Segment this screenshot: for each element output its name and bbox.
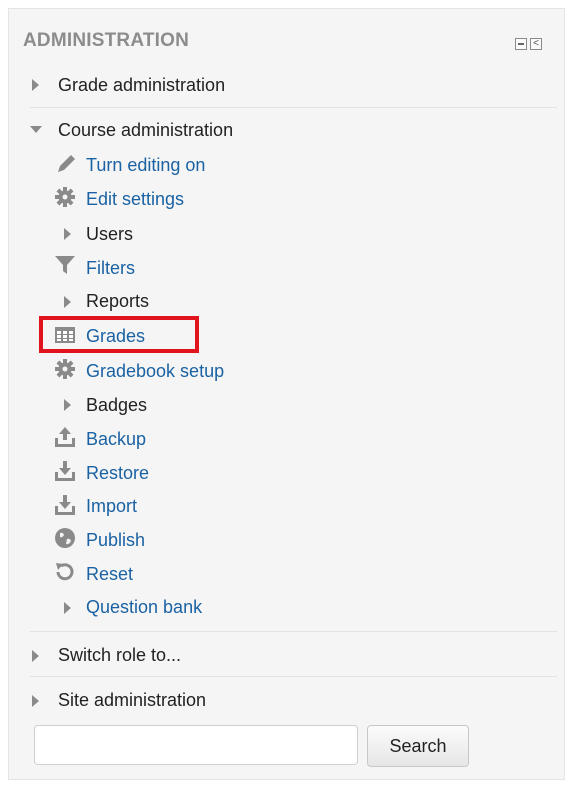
- divider: [30, 676, 557, 677]
- nav-edit-settings[interactable]: Edit settings: [86, 189, 184, 210]
- expand-arrow-icon[interactable]: [64, 399, 71, 411]
- nav-reports[interactable]: Reports: [86, 291, 149, 312]
- nav-question-bank[interactable]: Question bank: [86, 597, 202, 618]
- nav-backup[interactable]: Backup: [86, 429, 146, 450]
- expand-arrow-icon[interactable]: [32, 79, 39, 91]
- nav-badges[interactable]: Badges: [86, 395, 147, 416]
- expand-arrow-icon[interactable]: [64, 296, 71, 308]
- expand-arrow-icon[interactable]: [32, 695, 39, 707]
- dock-left-icon[interactable]: <: [530, 38, 542, 50]
- collapse-arrow-icon[interactable]: [30, 126, 42, 133]
- pencil-icon: [58, 155, 75, 172]
- gear-icon: [55, 359, 75, 379]
- block-title: ADMINISTRATION: [23, 30, 190, 51]
- highlight-box: [39, 316, 199, 353]
- nav-grade-administration[interactable]: Grade administration: [58, 75, 225, 96]
- expand-arrow-icon[interactable]: [64, 228, 71, 240]
- filter-icon: [55, 256, 75, 274]
- divider: [30, 631, 557, 632]
- globe-icon: [55, 528, 75, 548]
- minimize-icon[interactable]: [515, 38, 527, 50]
- download-icon: [55, 495, 75, 515]
- nav-import[interactable]: Import: [86, 496, 137, 517]
- search-button[interactable]: Search: [367, 725, 469, 767]
- refresh-icon: [56, 563, 74, 581]
- upload-icon: [55, 427, 75, 447]
- search-input[interactable]: [34, 725, 358, 765]
- nav-course-administration[interactable]: Course administration: [58, 120, 233, 141]
- nav-publish[interactable]: Publish: [86, 530, 145, 551]
- nav-gradebook-setup[interactable]: Gradebook setup: [86, 361, 224, 382]
- expand-arrow-icon[interactable]: [32, 650, 39, 662]
- nav-filters[interactable]: Filters: [86, 258, 135, 279]
- nav-reset[interactable]: Reset: [86, 564, 133, 585]
- nav-switch-role[interactable]: Switch role to...: [58, 645, 181, 666]
- expand-arrow-icon[interactable]: [64, 602, 71, 614]
- nav-turn-editing-on[interactable]: Turn editing on: [86, 155, 205, 176]
- divider: [30, 107, 557, 108]
- gear-icon: [55, 187, 75, 207]
- nav-users[interactable]: Users: [86, 224, 133, 245]
- nav-site-administration[interactable]: Site administration: [58, 690, 206, 711]
- nav-restore[interactable]: Restore: [86, 463, 149, 484]
- download-icon: [55, 461, 75, 481]
